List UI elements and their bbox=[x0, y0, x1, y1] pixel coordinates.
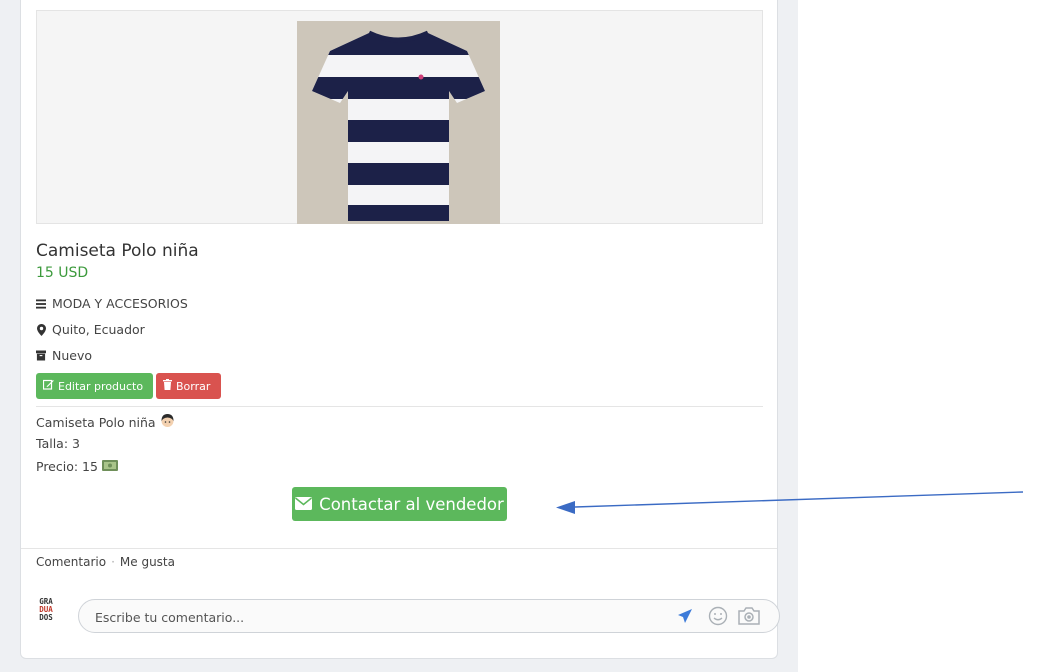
annotation-arrow bbox=[556, 491, 1024, 514]
